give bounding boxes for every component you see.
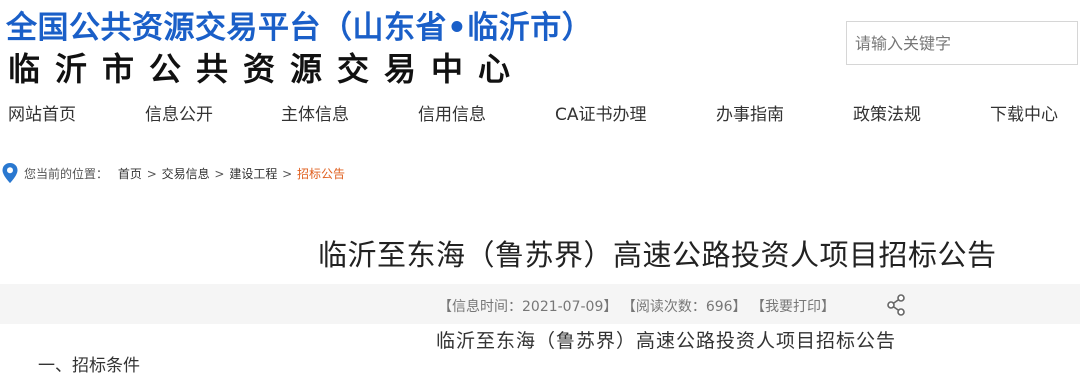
breadcrumb-separator: >	[146, 167, 157, 181]
site-subtitle: 临沂市公共资源交易中心	[8, 50, 526, 88]
location-pin-icon	[2, 163, 18, 186]
article-subtitle: 临沂至东海（鲁苏界）高速公路投资人项目招标公告	[436, 330, 897, 352]
site-title: 全国公共资源交易平台（山东省•临沂市）	[6, 10, 594, 46]
nav-item-download[interactable]: 下载中心	[990, 100, 1058, 125]
breadcrumb: 您当前的位置： 首页 > 交易信息 > 建设工程 > 招标公告	[0, 162, 600, 184]
share-icon[interactable]	[886, 294, 906, 320]
article-meta: 【信息时间：2021-07-09】 【阅读次数：696】 【我要打印】	[438, 296, 835, 316]
section-heading: 一、招标条件	[38, 356, 140, 376]
nav-item-home[interactable]: 网站首页	[8, 100, 76, 125]
nav-item-entity-info[interactable]: 主体信息	[281, 100, 349, 125]
nav-item-guide[interactable]: 办事指南	[716, 100, 784, 125]
info-time: 【信息时间：2021-07-09】	[438, 299, 618, 315]
view-count: 【阅读次数：696】	[621, 299, 747, 315]
breadcrumb-prefix: 您当前的位置：	[24, 167, 109, 181]
breadcrumb-separator: >	[214, 167, 225, 181]
breadcrumb-current[interactable]: 招标公告	[297, 165, 345, 182]
nav-item-credit-info[interactable]: 信用信息	[418, 100, 486, 125]
nav-item-policy[interactable]: 政策法规	[853, 100, 921, 125]
search-box[interactable]	[846, 21, 1078, 65]
print-button[interactable]: 【我要打印】	[751, 296, 835, 316]
nav-item-ca-cert[interactable]: CA证书办理	[555, 100, 647, 125]
breadcrumb-separator: >	[282, 167, 293, 181]
breadcrumb-home[interactable]: 首页	[118, 165, 142, 182]
breadcrumb-trade-info[interactable]: 交易信息	[162, 165, 210, 182]
main-nav: 网站首页 信息公开 主体信息 信用信息 CA证书办理 办事指南 政策法规 下载中…	[0, 100, 1080, 132]
nav-item-info-public[interactable]: 信息公开	[145, 100, 213, 125]
search-input[interactable]	[847, 22, 1077, 64]
article-title: 临沂至东海（鲁苏界）高速公路投资人项目招标公告	[318, 238, 997, 272]
breadcrumb-construction[interactable]: 建设工程	[229, 165, 277, 182]
